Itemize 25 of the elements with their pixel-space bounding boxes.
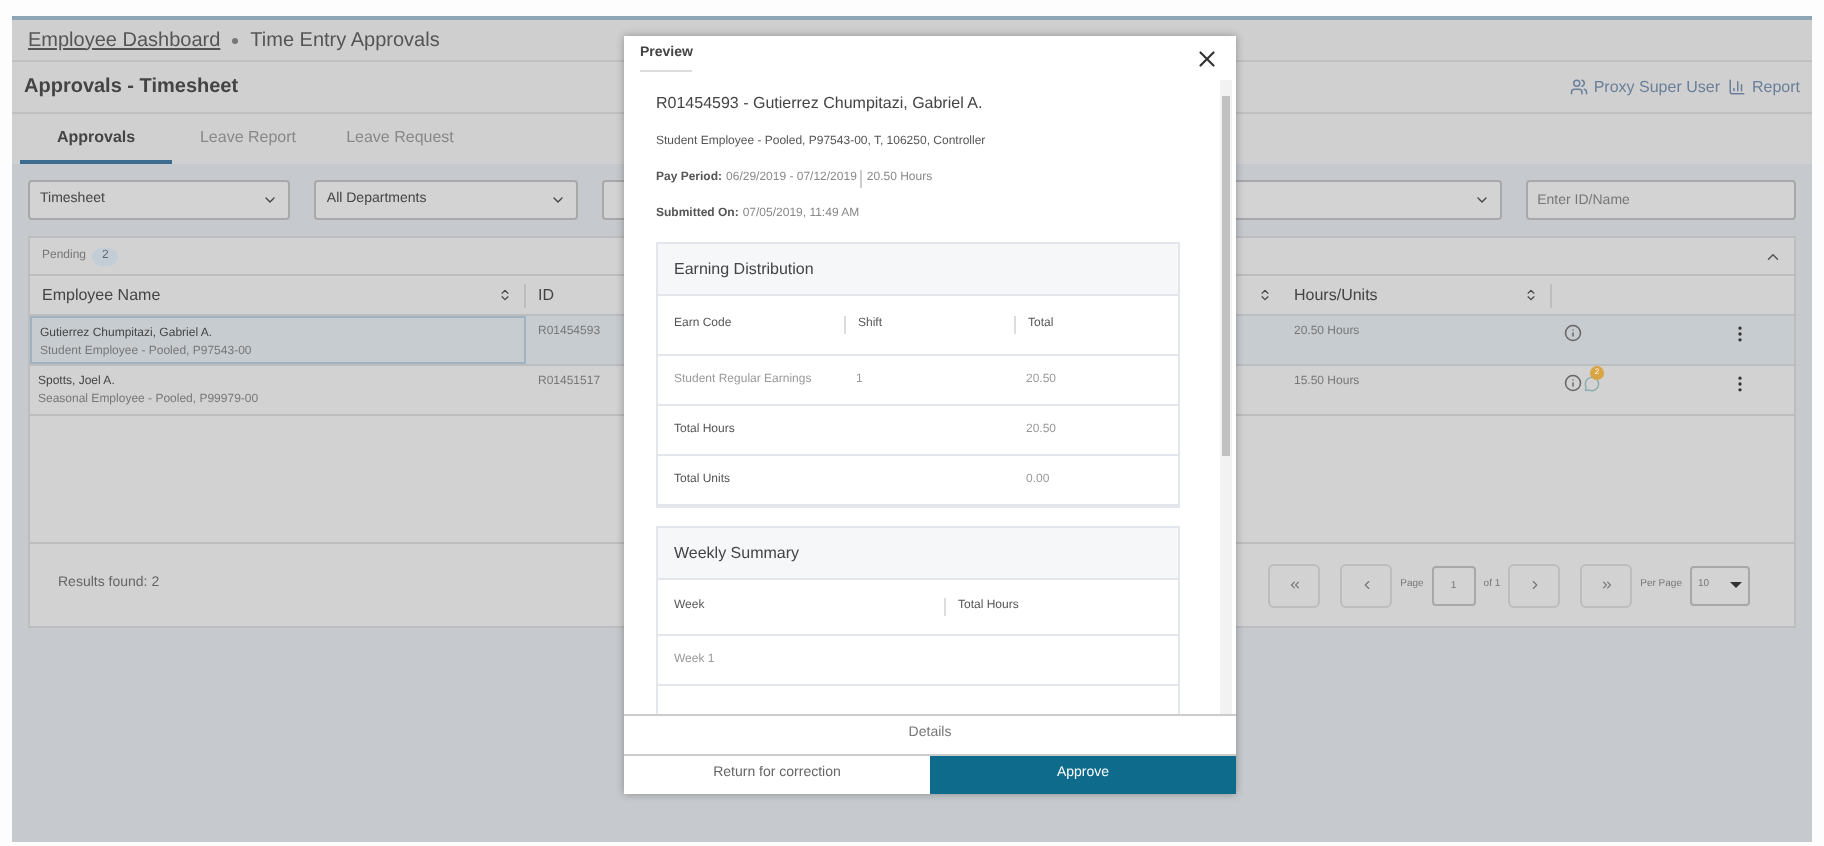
employee-heading: R01454593 - Gutierrez Chumpitazi, Gabriel A. — [656, 92, 985, 116]
chevron-left-icon — [1359, 578, 1374, 592]
scrollbar[interactable] — [1220, 80, 1232, 714]
info-icon[interactable] — [1564, 324, 1582, 342]
bar-chart-icon — [1727, 78, 1746, 96]
last-page-icon — [1599, 578, 1614, 592]
chevron-right-icon — [1527, 578, 1542, 592]
sort-icon[interactable] — [498, 288, 512, 302]
chevron-down-icon — [1473, 192, 1490, 208]
users-icon — [1569, 78, 1588, 96]
card-title: Earning Distribution — [674, 257, 814, 281]
close-icon[interactable] — [1194, 45, 1220, 71]
breadcrumb-current: Time Entry Approvals — [250, 27, 440, 55]
tab[interactable]: Approvals — [20, 116, 172, 164]
column-header[interactable]: Employee Name — [30, 283, 526, 307]
sort-icon[interactable] — [1258, 288, 1272, 302]
chevron-down-icon — [262, 192, 279, 208]
chevron-down-icon — [549, 192, 566, 208]
page-title: Approvals - Timesheet — [24, 74, 239, 102]
column-header[interactable]: Hours/Units — [1282, 283, 1552, 307]
card-title: Weekly Summary — [674, 541, 800, 565]
breadcrumb-link[interactable]: Employee Dashboard — [28, 25, 221, 55]
sort-icon[interactable] — [1524, 288, 1538, 302]
info-icon[interactable] — [1564, 374, 1582, 392]
first-page-icon — [1287, 578, 1302, 592]
